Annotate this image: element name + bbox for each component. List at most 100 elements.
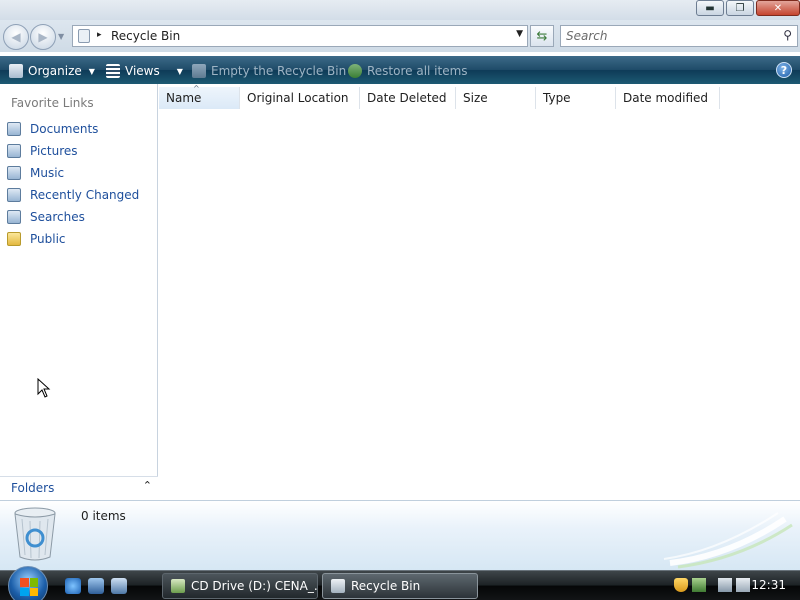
views-button[interactable]: Views ▼ <box>106 62 183 80</box>
search-box: ⚲ <box>560 25 798 47</box>
refresh-button[interactable]: ⇆ <box>530 25 554 47</box>
nav-item-label: Public <box>30 232 66 246</box>
recent-pages-dropdown[interactable]: ▼ <box>58 32 64 41</box>
restore-all-items-label: Restore all items <box>367 64 468 78</box>
column-header-type[interactable]: Type <box>536 87 616 109</box>
sort-ascending-icon: ^ <box>193 84 200 93</box>
back-arrow-icon: ◀ <box>11 30 21 44</box>
minimize-button[interactable]: ▬ <box>696 0 724 16</box>
details-pane: 0 items <box>0 500 800 570</box>
maximize-icon: ❐ <box>735 2 745 14</box>
nav-item-label: Music <box>30 166 65 180</box>
mouse-cursor-icon <box>37 378 51 398</box>
column-header-original-location[interactable]: Original Location <box>240 87 360 109</box>
window-controls: ▬ ❐ ✕ <box>696 0 800 18</box>
column-header-label: Type <box>543 91 571 105</box>
nav-item-public[interactable]: Public <box>0 228 158 250</box>
favorite-links-list: Documents Pictures Music Recently Change… <box>0 118 158 250</box>
taskbar-item-recycle-bin[interactable]: Recycle Bin <box>322 573 478 599</box>
taskbar-item-cd-drive[interactable]: CD Drive (D:) CENA_... <box>162 573 318 599</box>
internet-explorer-icon[interactable] <box>65 578 81 594</box>
network-disconnected-icon[interactable] <box>718 578 732 592</box>
restore-all-items-button[interactable]: Restore all items <box>348 62 468 80</box>
column-header-label: Date Deleted <box>367 91 447 105</box>
empty-recycle-bin-label: Empty the Recycle Bin <box>211 64 347 78</box>
system-tray: 12:31 <box>670 571 800 600</box>
maximize-button[interactable]: ❐ <box>726 0 754 16</box>
nav-item-searches[interactable]: Searches <box>0 206 158 228</box>
clock[interactable]: 12:31 <box>751 578 786 592</box>
favorite-links-header: Favorite Links <box>11 96 94 110</box>
column-header-row: ^ Name Original Location Date Deleted Si… <box>159 84 720 109</box>
chevron-down-icon[interactable]: ▼ <box>177 67 183 76</box>
start-button[interactable] <box>8 566 48 600</box>
decorative-swoosh <box>663 512 793 569</box>
column-header-name[interactable]: ^ Name <box>159 84 240 109</box>
show-desktop-icon[interactable] <box>88 578 104 594</box>
column-header-label: Size <box>463 91 488 105</box>
forward-arrow-icon: ▶ <box>38 30 48 44</box>
refresh-icon: ⇆ <box>536 28 548 44</box>
search-icon[interactable]: ⚲ <box>783 28 792 42</box>
navigation-pane: Favorite Links Documents Pictures Music … <box>0 84 158 500</box>
column-header-date-modified[interactable]: Date modified <box>616 87 720 109</box>
column-header-label: Original Location <box>247 91 349 105</box>
address-dropdown-icon[interactable]: ▼ <box>516 29 523 39</box>
close-button[interactable]: ✕ <box>756 0 800 16</box>
nav-item-music[interactable]: Music <box>0 162 158 184</box>
volume-muted-icon[interactable] <box>736 578 750 592</box>
recently-changed-icon <box>7 188 21 202</box>
address-row: ◀ ▶ ▼ ▸ Recycle Bin ▼ ⇆ ⚲ <box>0 20 800 52</box>
taskbar-item-label: CD Drive (D:) CENA_... <box>191 579 318 593</box>
organize-label: Organize <box>28 64 82 78</box>
breadcrumb-recycle-bin[interactable]: Recycle Bin <box>111 29 180 43</box>
file-list[interactable]: ^ Name Original Location Date Deleted Si… <box>159 84 800 500</box>
search-input[interactable] <box>566 28 766 44</box>
recycle-bin-icon <box>331 579 345 593</box>
back-button[interactable]: ◀ <box>3 24 29 50</box>
recycle-bin-icon <box>192 64 206 78</box>
column-header-date-deleted[interactable]: Date Deleted <box>360 87 456 109</box>
help-icon: ? <box>780 63 788 77</box>
searches-icon <box>7 210 21 224</box>
nav-item-pictures[interactable]: Pictures <box>0 140 158 162</box>
organize-icon <box>9 64 23 78</box>
windows-logo-icon <box>20 578 38 596</box>
column-header-label: Name <box>166 91 202 105</box>
organize-button[interactable]: Organize ▼ <box>9 62 95 80</box>
recycle-bin-icon <box>78 29 90 43</box>
taskbar-item-label: Recycle Bin <box>351 579 421 593</box>
pictures-icon <box>7 144 21 158</box>
nav-item-recently-changed[interactable]: Recently Changed <box>0 184 158 206</box>
nav-item-documents[interactable]: Documents <box>0 118 158 140</box>
taskbar: CD Drive (D:) CENA_... Recycle Bin 12:31 <box>0 566 800 600</box>
nav-item-label: Documents <box>30 122 99 136</box>
forward-button[interactable]: ▶ <box>30 24 56 50</box>
nav-item-label: Recently Changed <box>30 188 140 202</box>
views-icon <box>106 64 120 78</box>
folders-toggle[interactable]: Folders ⌃ <box>0 476 158 500</box>
help-button[interactable]: ? <box>776 62 792 78</box>
chevron-up-icon: ⌃ <box>142 479 152 492</box>
close-icon: ✕ <box>773 2 783 14</box>
address-bar[interactable]: ▸ Recycle Bin ▼ <box>72 25 528 47</box>
nav-item-label: Pictures <box>30 144 78 158</box>
cd-drive-icon <box>171 579 185 593</box>
column-header-size[interactable]: Size <box>456 87 536 109</box>
network-icon[interactable] <box>692 578 706 592</box>
restore-arrow-icon <box>348 64 362 78</box>
chevron-down-icon: ▼ <box>88 66 95 76</box>
music-icon <box>7 166 21 180</box>
minimize-icon: ▬ <box>705 2 715 14</box>
title-bar: ▬ ❐ ✕ <box>0 0 800 20</box>
column-header-label: Date modified <box>623 91 709 105</box>
nav-item-label: Searches <box>30 210 85 224</box>
empty-recycle-bin-button[interactable]: Empty the Recycle Bin <box>192 62 346 80</box>
switch-windows-icon[interactable] <box>111 578 127 594</box>
documents-icon <box>7 122 21 136</box>
security-shield-icon[interactable] <box>674 578 688 592</box>
views-label: Views <box>125 64 160 78</box>
recycle-bin-large-icon <box>14 507 56 561</box>
breadcrumb-separator[interactable]: ▸ <box>97 30 102 40</box>
item-count: 0 items <box>81 509 126 523</box>
